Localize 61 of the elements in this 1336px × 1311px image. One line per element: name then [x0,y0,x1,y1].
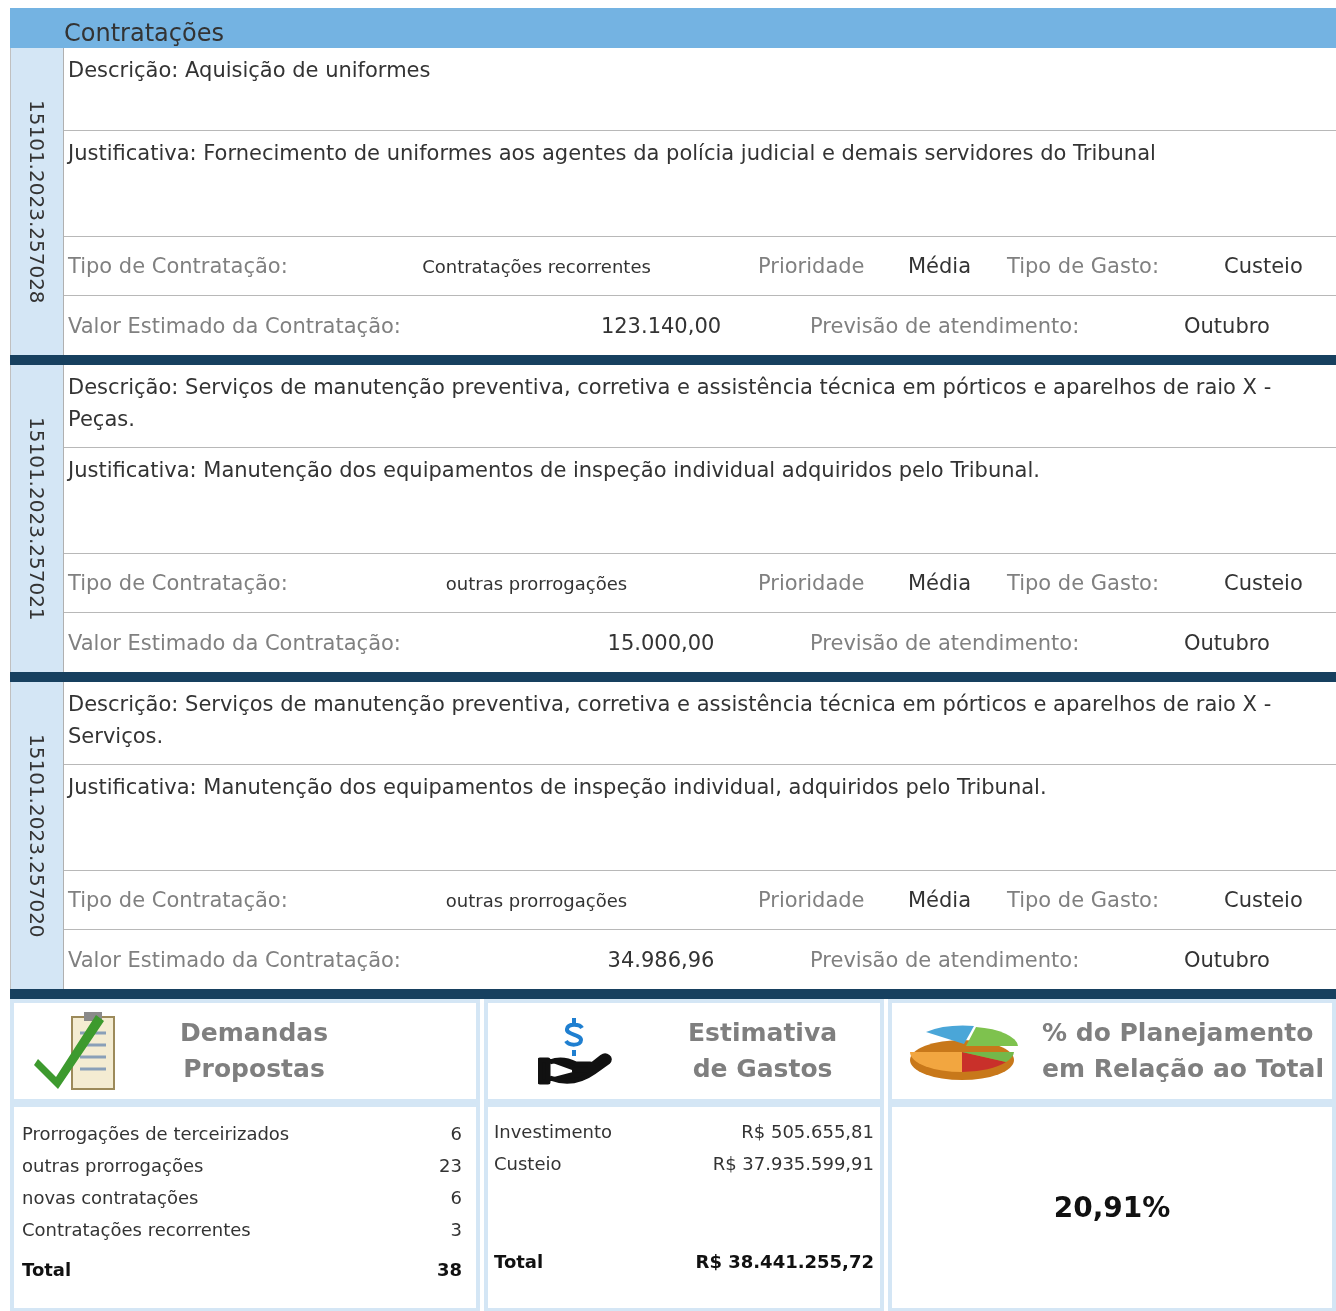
justification-text: Justificativa: Fornecimento de uniformes aos agentes da polícia judicial e demais servidores do Tribunal [68,141,1156,165]
estimated-value-label: Valor Estimado da Contratação: [68,630,402,655]
expense-type-value: Custeio [1224,571,1304,595]
priority-label: Prioridade [758,571,866,595]
record-id: 15101.2023.257028 [25,100,49,304]
priority-label: Prioridade [758,254,866,278]
demand-count: 6 [450,1122,462,1146]
demand-type: Prorrogações de terceirizados [22,1122,291,1146]
justification-text: Justificativa: Manutenção dos equipamentos de inspeção individual adquiridos pelo Tribunal. [68,458,1040,482]
priority-value: Média [908,571,973,595]
priority-label: Prioridade [758,888,866,912]
planning-percentage: 20,91% [1053,1191,1171,1224]
priority-value: Média [908,888,973,912]
record-id: 15101.2023.257021 [25,417,49,621]
description-text: Descrição: Aquisição de uniformes [68,58,431,82]
total-label: Total [494,1250,545,1274]
demand-count: 3 [450,1218,462,1242]
demand-type: outras prorrogações [22,1154,205,1178]
contract-type-value: Contratações recorrentes [422,255,651,277]
estimated-value-label: Valor Estimado da Contratação: [68,947,402,972]
estimated-value: 15.000,00 [607,630,715,655]
expense-type-label: Tipo de Gasto: [1007,571,1161,595]
priority-value: Média [908,254,973,278]
forecast-value: Outubro [1183,630,1270,655]
justification-text: Justificativa: Manutenção dos equipamentos de inspeção individual, adquiridos pelo Tribunal. [68,775,1047,799]
demand-count: 6 [450,1186,462,1210]
expense-category: Investimento [494,1120,613,1144]
hand-dollar-icon [538,1016,612,1086]
contract-type-value: outras prorrogações [445,889,628,911]
contract-type-label: Tipo de Contratação: [68,888,289,912]
description-text: Descrição: Serviços de manutenção preventiva, corretiva e assistência técnica em pórticos e aparelhos de raio X - Serviços. [68,692,1272,748]
panel-title: % do Planejamento em Relação ao Total [1042,1017,1324,1085]
total-amount: R$ 38.441.255,72 [695,1250,874,1274]
contract-type-label: Tipo de Contratação: [68,254,289,278]
panel-title: Demandas Propostas [180,1017,329,1085]
total-label: Total [22,1258,73,1282]
forecast-label: Previsão de atendimento: [809,947,1081,972]
expense-category: Custeio [494,1152,563,1176]
section-title: Contratações [64,19,224,48]
panel-title: Estimativa de Gastos [688,1017,838,1085]
demand-count: 23 [439,1154,462,1178]
contract-type-label: Tipo de Contratação: [68,571,289,595]
estimated-value: 34.986,96 [607,947,715,972]
estimated-value: 123.140,00 [600,313,722,338]
demand-type: novas contratações [22,1186,200,1210]
contract-type-value: outras prorrogações [445,572,628,594]
expense-amount: R$ 505.655,81 [741,1120,874,1144]
record-id: 15101.2023.257020 [25,734,49,938]
expense-amount: R$ 37.935.599,91 [712,1152,874,1176]
forecast-label: Previsão de atendimento: [809,313,1081,338]
forecast-label: Previsão de atendimento: [809,630,1081,655]
forecast-value: Outubro [1183,313,1270,338]
expense-type-value: Custeio [1224,254,1304,278]
total-count: 38 [436,1258,462,1282]
description-text: Descrição: Serviços de manutenção preventiva, corretiva e assistência técnica em pórticos e aparelhos de raio X - Peças. [68,375,1272,431]
demand-type: Contratações recorrentes [22,1218,252,1242]
expense-type-label: Tipo de Gasto: [1007,888,1161,912]
forecast-value: Outubro [1183,947,1270,972]
expense-type-value: Custeio [1224,888,1304,912]
estimated-value-label: Valor Estimado da Contratação: [68,313,402,338]
expense-type-label: Tipo de Gasto: [1007,254,1161,278]
